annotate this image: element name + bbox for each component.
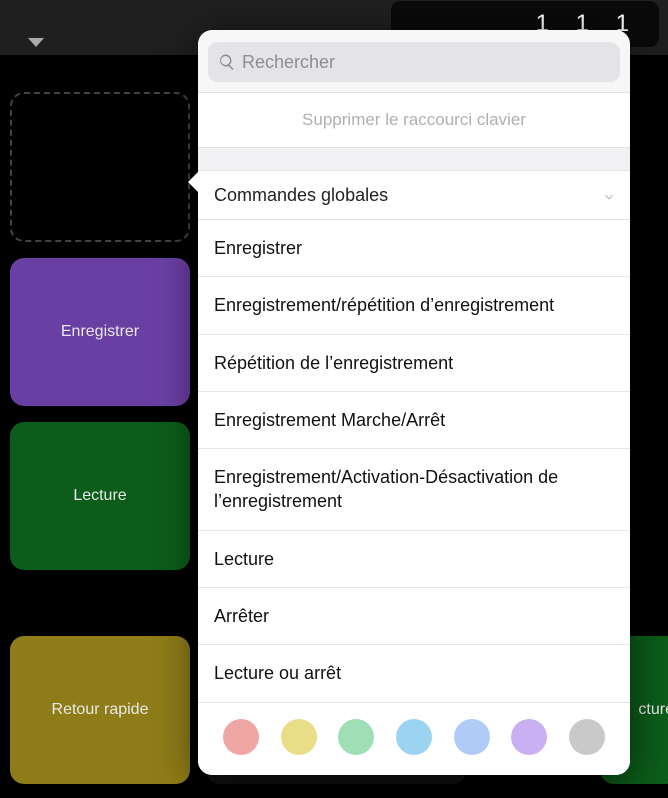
list-item-label: Enregistrement Marche/Arrêt	[214, 410, 445, 430]
color-swatch[interactable]	[223, 719, 259, 755]
list-item-label: Enregistrement/Activation-Désactivation …	[214, 467, 558, 511]
empty-slot[interactable]	[10, 92, 190, 242]
dropdown-triangle-icon[interactable]	[28, 38, 44, 47]
list-item-label: Arrêter	[214, 606, 269, 626]
list-item-label: Lecture ou arrêt	[214, 663, 341, 683]
search-placeholder: Rechercher	[242, 52, 335, 73]
color-swatch[interactable]	[338, 719, 374, 755]
chevron-down-icon	[602, 188, 616, 202]
list-item-label: Enregistrer	[214, 238, 302, 258]
shortcut-label: cture	[638, 701, 668, 719]
list-item-label: Répétition de l’enregistrement	[214, 353, 453, 373]
shortcut-button-retour-rapide[interactable]: Retour rapide	[10, 636, 190, 784]
list-item-label: Enregistrement/répétition d’enregistreme…	[214, 295, 554, 315]
color-swatch[interactable]	[454, 719, 490, 755]
shortcut-button-lecture[interactable]: Lecture	[10, 422, 190, 570]
shortcut-label: Lecture	[73, 487, 126, 505]
list-item[interactable]: Répétition de l’enregistrement	[198, 335, 630, 392]
shortcut-label: Enregistrer	[61, 323, 139, 341]
shortcut-label: Retour rapide	[52, 701, 149, 719]
search-icon	[218, 53, 236, 71]
search-input[interactable]: Rechercher	[208, 42, 620, 82]
delete-label: Supprimer le raccourci clavier	[302, 110, 526, 130]
color-swatch-row	[198, 703, 630, 775]
list-item-label: Lecture	[214, 549, 274, 569]
list-item[interactable]: Lecture	[198, 531, 630, 588]
command-popover: Rechercher Supprimer le raccourci clavie…	[198, 30, 630, 775]
color-swatch[interactable]	[281, 719, 317, 755]
color-swatch[interactable]	[396, 719, 432, 755]
list-item[interactable]: Enregistrement Marche/Arrêt	[198, 392, 630, 449]
spacer	[198, 148, 630, 170]
list-item[interactable]: Arrêter	[198, 588, 630, 645]
color-swatch[interactable]	[511, 719, 547, 755]
section-header-commands[interactable]: Commandes globales	[198, 170, 630, 220]
search-wrap: Rechercher	[198, 30, 630, 92]
section-header-label: Commandes globales	[214, 185, 388, 206]
list-item[interactable]: Enregistrement/Activation-Désactivation …	[198, 449, 630, 531]
list-item[interactable]: Enregistrement/répétition d’enregistreme…	[198, 277, 630, 334]
shortcut-button-enregistrer[interactable]: Enregistrer	[10, 258, 190, 406]
color-swatch[interactable]	[569, 719, 605, 755]
list-item[interactable]: Lecture ou arrêt	[198, 645, 630, 702]
list-item[interactable]: Enregistrer	[198, 220, 630, 277]
command-list: Enregistrer Enregistrement/répétition d’…	[198, 220, 630, 703]
delete-shortcut-button[interactable]: Supprimer le raccourci clavier	[198, 92, 630, 148]
